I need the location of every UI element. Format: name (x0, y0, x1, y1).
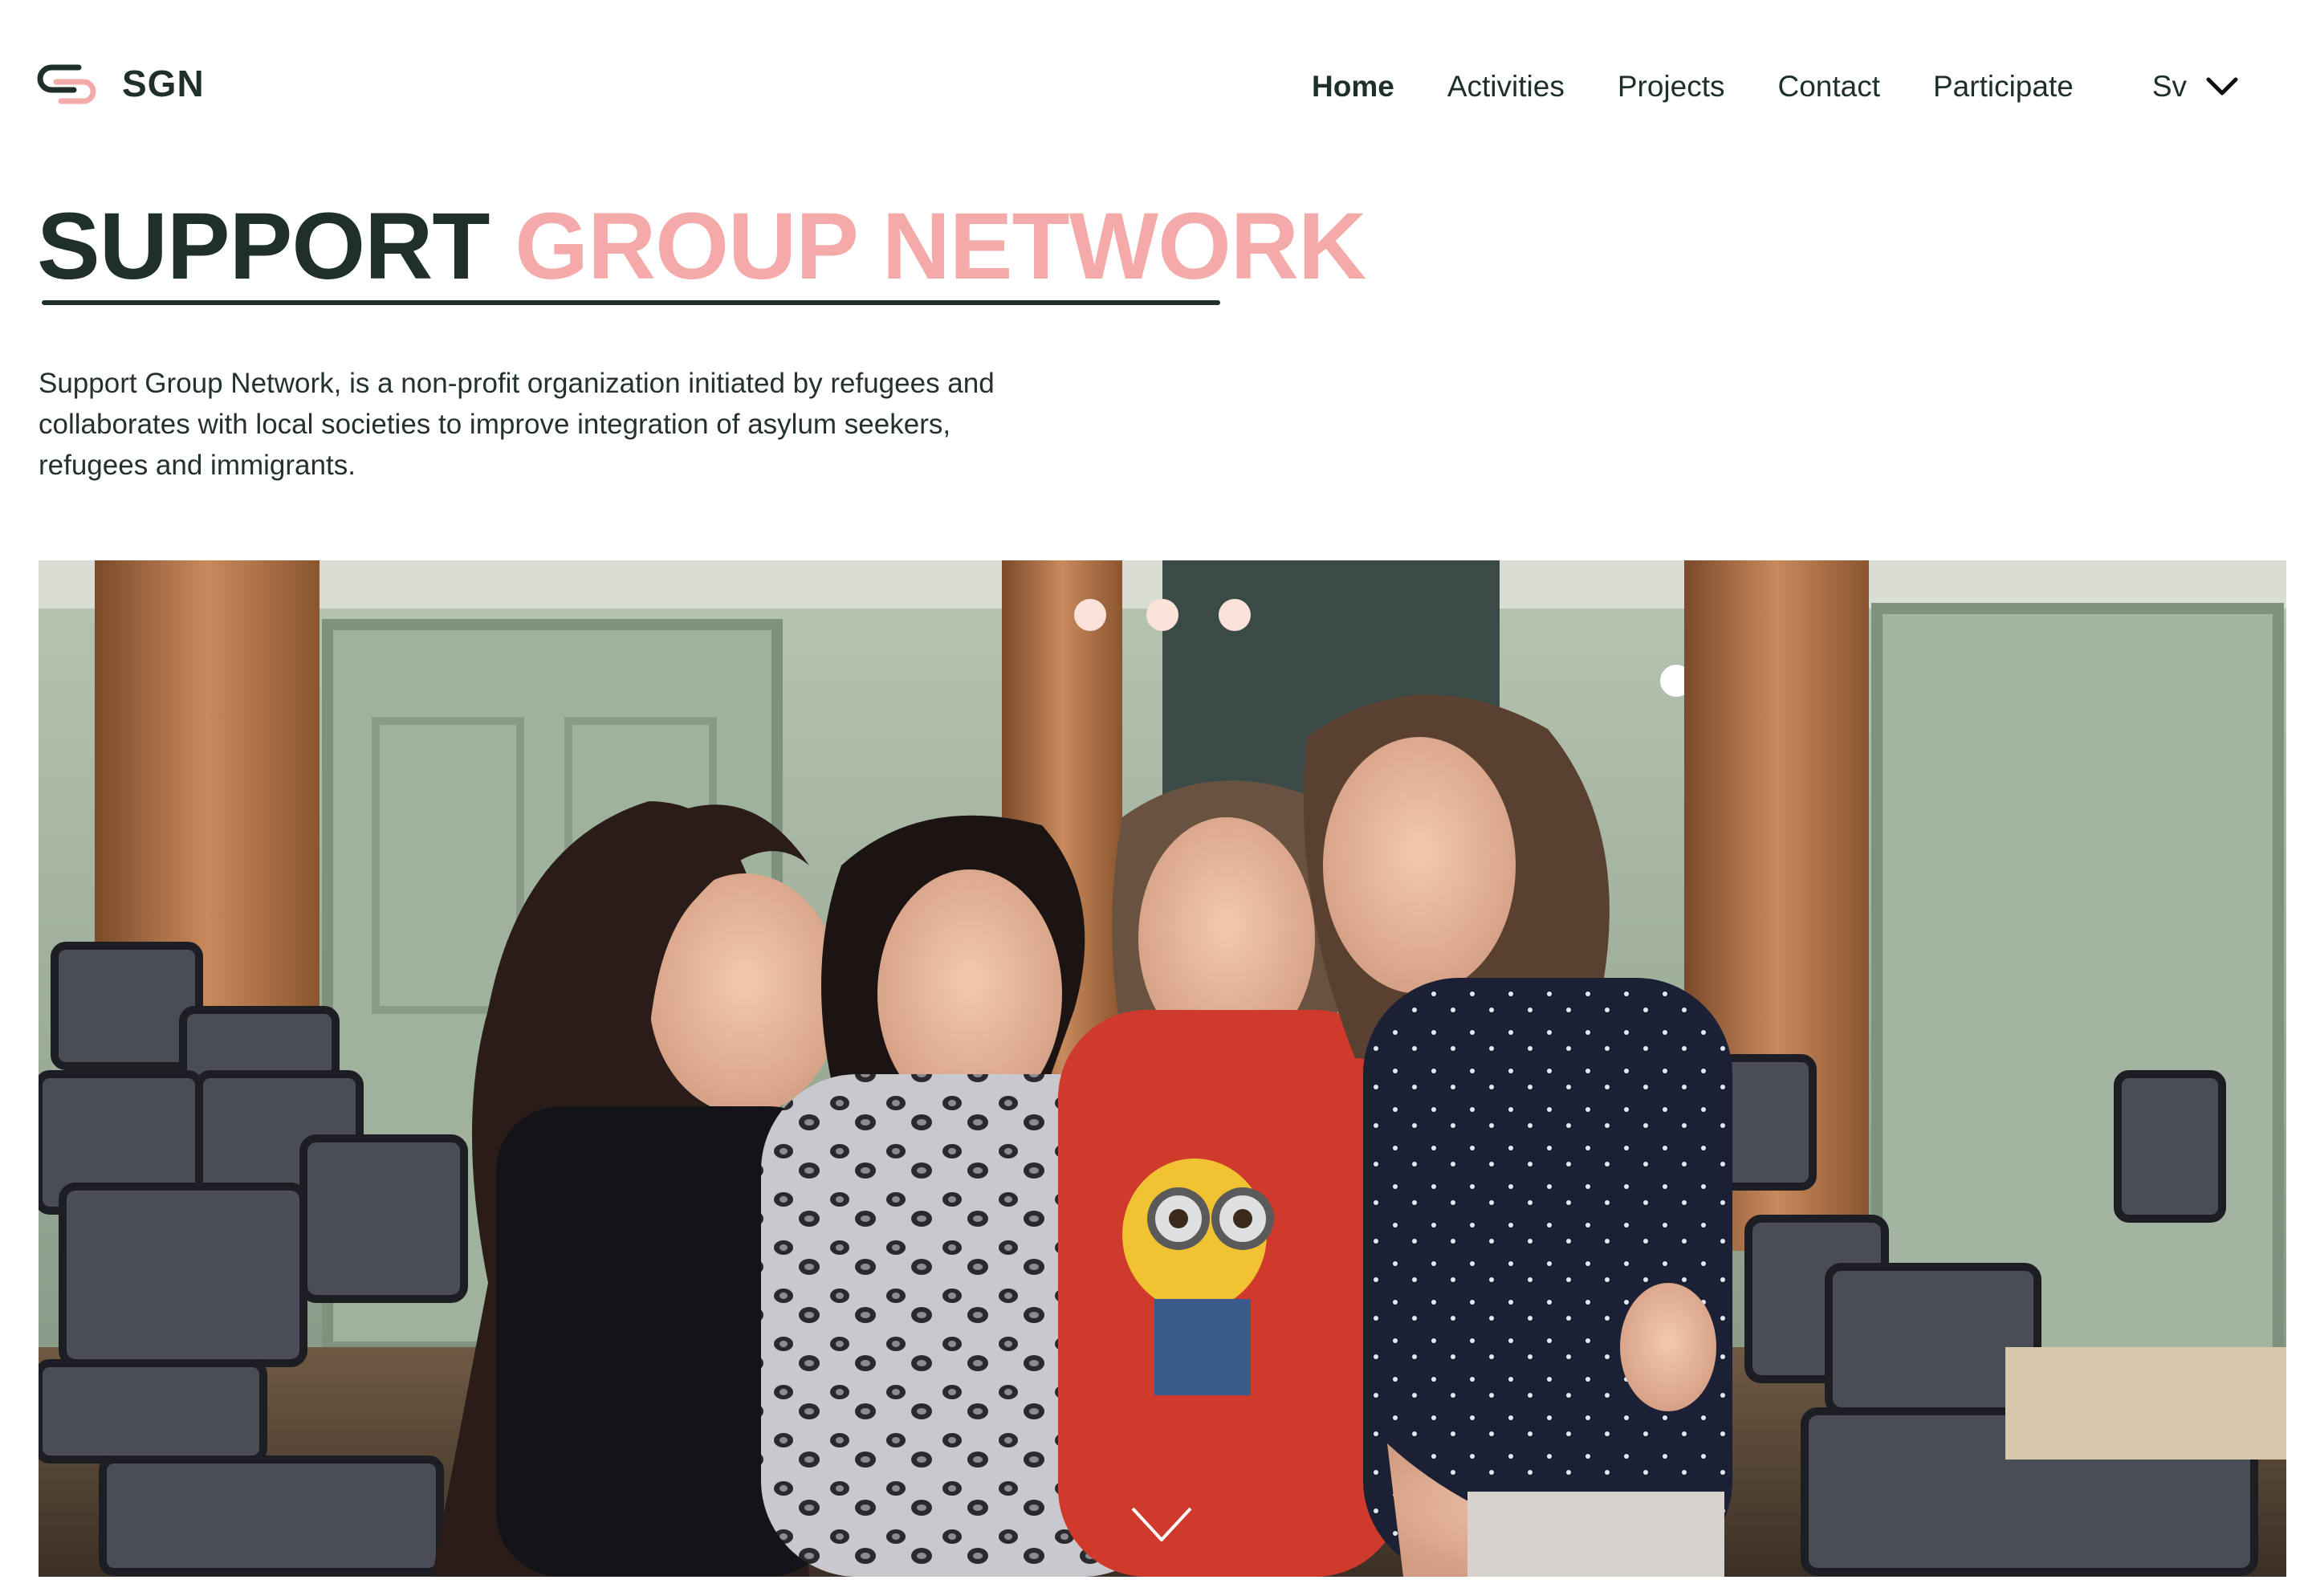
sgn-logo-icon (37, 64, 96, 104)
carousel-dot-2[interactable] (1146, 599, 1178, 631)
chevron-down-icon (2206, 77, 2238, 96)
nav-item-contact[interactable]: Contact (1777, 70, 1880, 104)
nav-item-home[interactable]: Home (1312, 70, 1394, 104)
carousel-dots (1074, 599, 1291, 631)
nav-item-projects[interactable]: Projects (1618, 70, 1725, 104)
title-part-support: SUPPORT (37, 193, 490, 299)
carousel-dot-3[interactable] (1219, 599, 1251, 631)
intro-text: Support Group Network, is a non-profit o… (39, 368, 995, 481)
carousel-dot-1[interactable] (1074, 599, 1106, 631)
logo-link[interactable]: SGN (37, 58, 205, 109)
chevron-down-icon[interactable] (1130, 1506, 1193, 1543)
title-part-group-network: GROUP NETWORK (515, 193, 1366, 299)
logo-text: SGN (122, 63, 205, 104)
hero-photo (39, 560, 2286, 1577)
nav-item-participate[interactable]: Participate (1933, 70, 2074, 104)
page-title: SUPPORT GROUP NETWORK (37, 189, 1366, 303)
language-label: Sv (2151, 70, 2187, 103)
hero-image-carousel[interactable] (39, 560, 2286, 1577)
main-nav: Home Activities Projects Contact Partici… (1259, 61, 2238, 112)
title-underline (42, 300, 1220, 305)
nav-item-activities[interactable]: Activities (1447, 70, 1565, 104)
language-selector[interactable]: Sv (2152, 70, 2238, 104)
